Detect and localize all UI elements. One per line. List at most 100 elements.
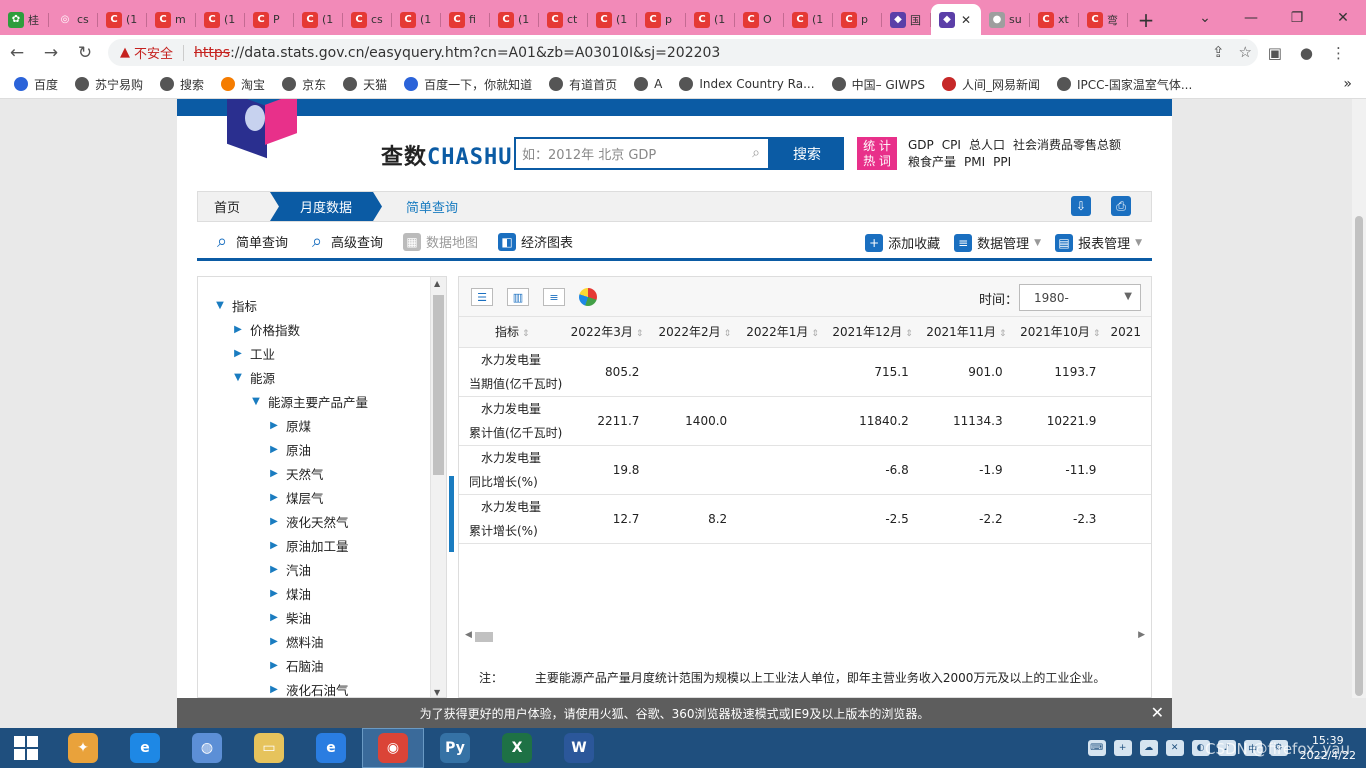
app-ie-old-button[interactable]: e xyxy=(114,728,176,768)
site-logo[interactable] xyxy=(217,99,297,159)
tree-item[interactable]: ▶ 原油 xyxy=(198,437,432,461)
tree-item[interactable]: ▶ 工业 xyxy=(198,341,432,365)
sort-icon[interactable]: ⇕ xyxy=(522,329,530,339)
hot-word-link[interactable]: 社会消费品零售总额 xyxy=(1013,138,1121,152)
page-scrollbar[interactable] xyxy=(1352,99,1366,698)
indicator-cell[interactable]: 水力发电量 同比增长(%) xyxy=(459,445,566,495)
network-icon[interactable]: ✕ xyxy=(1165,740,1184,756)
caret-right-icon[interactable]: ▶ xyxy=(268,492,280,503)
sort-icon[interactable]: ⇕ xyxy=(724,329,732,339)
tree-item[interactable]: ▶ 石脑油 xyxy=(198,653,432,677)
chevron-down-icon[interactable]: ▼ xyxy=(1135,238,1142,248)
sidebar-icon[interactable]: ▣ xyxy=(1268,44,1282,62)
sort-icon[interactable]: ⇕ xyxy=(1093,329,1101,339)
browser-tab[interactable]: C (1 xyxy=(196,4,245,35)
hot-word-link[interactable]: 总人口 xyxy=(969,138,1005,152)
tab-close-icon[interactable]: ✕ xyxy=(961,13,971,27)
bookmark-item[interactable]: IPCC-国家温室气体... xyxy=(1056,76,1192,93)
caret-right-icon[interactable]: ▶ xyxy=(268,420,280,431)
app-ie-button[interactable]: e xyxy=(300,728,362,768)
browser-tab[interactable]: C (1 xyxy=(392,4,441,35)
simple-query-button[interactable]: ⌕ 简单查询 xyxy=(213,231,288,252)
browser-tab[interactable]: Cp xyxy=(833,4,882,35)
column-header[interactable]: 指标 ⇕ xyxy=(459,317,566,348)
start-button[interactable] xyxy=(0,728,52,768)
menu-icon[interactable]: ⋮ xyxy=(1331,44,1346,62)
data-management-button[interactable]: ≡ 数据管理 ▼ xyxy=(954,233,1041,252)
caret-right-icon[interactable]: ▶ xyxy=(268,540,280,551)
scroll-up-icon[interactable]: ▲ xyxy=(434,279,440,288)
app-excel-button[interactable]: X xyxy=(486,728,548,768)
chevron-down-icon[interactable]: ▼ xyxy=(1124,291,1132,302)
column-header[interactable]: 2021 xyxy=(1110,317,1151,348)
bookmark-item[interactable]: A xyxy=(634,77,662,91)
hot-word-link[interactable]: PMI xyxy=(964,155,985,169)
caret-down-icon[interactable]: ▼ xyxy=(232,372,244,383)
browser-tab[interactable]: C弯 xyxy=(1079,4,1128,35)
reload-icon[interactable]: ↻ xyxy=(68,43,102,63)
table-view-icon[interactable]: ☰ xyxy=(471,288,493,306)
browser-tab[interactable]: Ccs xyxy=(343,4,392,35)
browser-tab[interactable]: ✿ 桂 xyxy=(0,4,49,35)
bookmark-item[interactable]: Index Country Ra... xyxy=(679,77,815,91)
tree-item[interactable]: ▶ 煤层气 xyxy=(198,485,432,509)
app-globe-button[interactable]: ◍ xyxy=(176,728,238,768)
hot-word-link[interactable]: GDP xyxy=(908,138,934,152)
bookmark-item[interactable]: 苏宁易购 xyxy=(75,76,143,93)
scroll-thumb[interactable] xyxy=(1355,216,1363,696)
bookmark-item[interactable]: 人间_网易新闻 xyxy=(941,76,1040,93)
indicator-cell[interactable]: 水力发电量 当期值(亿千瓦时) xyxy=(459,347,566,397)
bookmarks-more-icon[interactable]: » xyxy=(1343,76,1352,92)
pie-chart-icon[interactable] xyxy=(579,288,597,306)
sort-icon[interactable]: ⇕ xyxy=(811,329,819,339)
column-header[interactable]: 2021年12月 ⇕ xyxy=(828,317,923,348)
caret-right-icon[interactable]: ▶ xyxy=(268,468,280,479)
minimize-icon[interactable]: — xyxy=(1228,10,1274,26)
browser-tab[interactable]: C (1 xyxy=(784,4,833,35)
caret-right-icon[interactable]: ▶ xyxy=(232,348,244,359)
add-icon[interactable]: + xyxy=(1113,740,1132,756)
download-icon[interactable]: ⇩ xyxy=(1071,196,1091,216)
caret-right-icon[interactable]: ▶ xyxy=(268,588,280,599)
app-chrome-button[interactable]: ◉ xyxy=(362,728,424,768)
browser-tab[interactable]: Cp xyxy=(637,4,686,35)
caret-down-icon[interactable]: ▼ xyxy=(250,396,262,407)
bookmark-item[interactable]: 搜索 xyxy=(160,76,204,93)
search-icon[interactable]: ⌕ xyxy=(752,145,760,161)
caret-right-icon[interactable]: ▶ xyxy=(268,564,280,575)
bookmark-star-icon[interactable]: ☆ xyxy=(1239,43,1252,61)
tab-search-icon[interactable]: ⌄ xyxy=(1182,10,1228,26)
caret-right-icon[interactable]: ▶ xyxy=(268,684,280,695)
hot-word-link[interactable]: 粮食产量 xyxy=(908,155,956,169)
scroll-thumb[interactable] xyxy=(433,295,444,475)
caret-right-icon[interactable]: ▶ xyxy=(232,324,244,335)
browser-tab[interactable]: C (1 xyxy=(588,4,637,35)
sort-icon[interactable]: ⇕ xyxy=(999,329,1007,339)
tree-item[interactable]: ▶ 价格指数 xyxy=(198,317,432,341)
hot-word-link[interactable]: PPI xyxy=(993,155,1011,169)
breadcrumb-home[interactable]: 首页 xyxy=(198,192,270,221)
browser-tab[interactable]: ◎ cs xyxy=(49,4,98,35)
add-favorite-button[interactable]: + 添加收藏 xyxy=(865,233,940,252)
hot-word-link[interactable]: CPI xyxy=(942,138,961,152)
url-input[interactable]: ▲ 不安全 https ://data.stats.gov.cn/easyque… xyxy=(108,39,1258,66)
tree-item[interactable]: ▶ 煤油 xyxy=(198,581,432,605)
scroll-left-icon[interactable]: ◀ xyxy=(465,630,472,640)
sort-icon[interactable]: ⇕ xyxy=(636,329,644,339)
time-select[interactable]: 1980- ▼ xyxy=(1019,284,1141,311)
app-python-button[interactable]: Py xyxy=(424,728,486,768)
browser-tab[interactable]: C (1 xyxy=(294,4,343,35)
chevron-down-icon[interactable]: ▼ xyxy=(1034,238,1041,248)
tree-item[interactable]: ▶ 液化天然气 xyxy=(198,509,432,533)
column-header[interactable]: 2022年3月 ⇕ xyxy=(565,317,654,348)
warning-icon[interactable]: ▲ xyxy=(120,45,130,60)
bookmark-item[interactable]: 百度一下，你就知道 xyxy=(404,76,532,93)
browser-tab-active[interactable]: ◆ ✕ xyxy=(931,4,981,35)
tree-item[interactable]: ▶ 天然气 xyxy=(198,461,432,485)
caret-right-icon[interactable]: ▶ xyxy=(268,516,280,527)
insecure-label[interactable]: 不安全 xyxy=(134,43,173,62)
column-header[interactable]: 2022年2月 ⇕ xyxy=(653,317,742,348)
tree-item[interactable]: ▶ 液化石油气 xyxy=(198,677,432,698)
tree-item[interactable]: ▶ 原煤 xyxy=(198,413,432,437)
app-colorful-button[interactable]: ✦ xyxy=(52,728,114,768)
